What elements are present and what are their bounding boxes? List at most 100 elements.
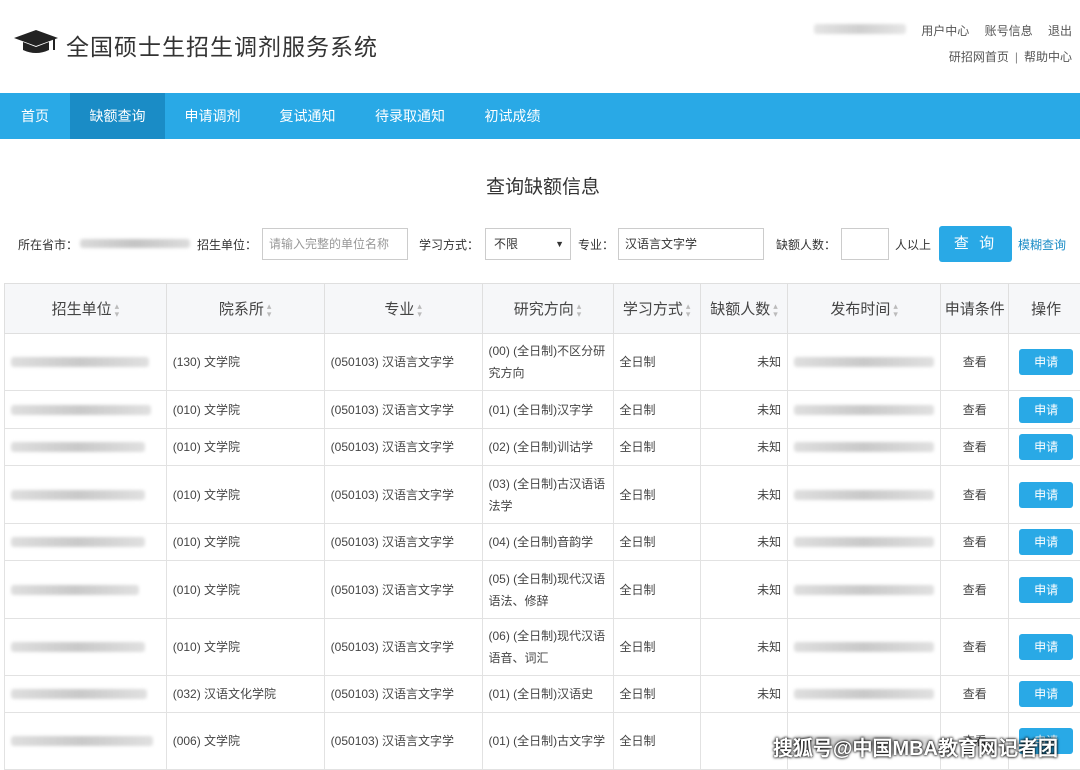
view-conditions-link[interactable]: 查看 [940,390,1010,429]
header-unit[interactable]: 招生单位 ▴ ▾ [4,283,167,334]
nav-home[interactable]: 首页 [0,93,70,139]
logout-link[interactable]: 退出 [1048,24,1072,38]
header-major[interactable]: 专业 ▴ ▾ [323,283,483,334]
major-cell: (050103) 汉语言文字学 [323,618,483,676]
direction-cell: (03) (全日制)古汉语语法学 [481,465,614,524]
vacancy-cell: 未知 [699,523,789,561]
search-button[interactable]: 查 询 [939,226,1012,262]
dept-cell: (010) 文学院 [165,465,325,524]
apply-button[interactable]: 申请 [1019,349,1074,375]
yz-home-link[interactable]: 研招网首页 [949,50,1009,64]
province-select-blurred[interactable] [80,239,190,248]
view-conditions-link[interactable]: 查看 [940,618,1010,676]
publish-time-blurred [794,537,935,547]
header-vacancy-label: 缺额人数 [710,301,771,318]
dropdown-arrow-icon: ▼ [555,239,564,249]
publish-time-blurred [794,689,935,699]
unit-label: 招生单位： [197,238,258,252]
unit-name-blurred [11,537,145,547]
direction-text: (03) (全日制)古汉语语法学 [488,476,606,513]
vacancy-count-input[interactable] [841,228,889,260]
sort-icon: ▴ ▾ [773,301,778,320]
help-center-link[interactable]: 帮助中心 [1024,50,1072,64]
major-input[interactable]: 汉语言文字学 [618,228,764,260]
apply-button[interactable]: 申请 [1019,576,1074,603]
unit-name-blurred [11,489,145,500]
view-conditions-link[interactable]: 查看 [940,465,1010,524]
header-study-mode[interactable]: 学习方式 ▴ ▾ [612,283,701,334]
apply-button[interactable]: 申请 [1019,634,1074,660]
view-conditions-link[interactable]: 查看 [940,560,1010,619]
publish-time-blurred [794,442,935,452]
direction-cell: (01) (全日制)古文字学 [481,712,614,770]
view-conditions-link[interactable]: 查看 [940,523,1010,561]
user-center-link[interactable]: 用户中心 [921,24,969,38]
vacancy-label: 缺额人数： [776,238,837,252]
header-publish-time-label: 发布时间 [830,301,891,318]
apply-button[interactable]: 申请 [1019,434,1074,460]
publish-time-blurred [794,357,935,367]
header-direction[interactable]: 研究方向 ▴ ▾ [481,283,614,334]
vacancy-cell: 未知 [699,390,789,429]
account-info-link[interactable]: 账号信息 [985,24,1033,38]
apply-button[interactable]: 申请 [1019,396,1074,423]
unit-cell [4,465,167,524]
vacancy-cell: 未知 [699,560,789,619]
direction-cell: (05) (全日制)现代汉语语法、修辞 [481,560,614,619]
table-row: (010) 文学院 (050103) 汉语言文字学 (04) (全日制)音韵学 全日制… [4,523,1080,561]
apply-button[interactable]: 申请 [1019,681,1074,707]
study-mode-cell: 全日制 [612,560,701,619]
direction-text: (06) (全日制)现代汉语语音、词汇 [488,629,606,665]
nav-vacancy-query[interactable]: 缺额查询 [70,93,165,139]
major-cell: (050103) 汉语言文字学 [323,390,483,429]
dept-cell: (010) 文学院 [165,618,325,676]
graduation-cap-icon [14,30,58,53]
vacancy-cell: 未知 [699,675,789,713]
study-mode-value: 不限 [494,237,519,251]
header-publish-time[interactable]: 发布时间 ▴ ▾ [787,283,942,334]
header-vacancy[interactable]: 缺额人数 ▴ ▾ [699,283,789,334]
apply-button[interactable]: 申请 [1019,481,1074,508]
direction-cell: (01) (全日制)汉字学 [481,390,614,429]
unit-name-blurred [11,689,147,699]
vacancy-cell: 未知 [699,465,789,524]
direction-text: (02) (全日制)训诂学 [488,440,594,454]
vacancy-cell: 未知 [699,618,789,676]
vacancy-cell: 未知 [699,428,789,466]
unit-input[interactable]: 请输入完整的单位名称 [262,228,408,260]
dept-cell: (006) 文学院 [165,712,325,770]
direction-cell: (06) (全日制)现代汉语语音、词汇 [481,618,614,676]
action-cell: 申请 [1008,333,1080,391]
dept-cell: (010) 文学院 [165,390,325,429]
nav-retest-notice[interactable]: 复试通知 [260,93,355,139]
sort-icon: ▴ ▾ [893,301,898,320]
study-mode-cell: 全日制 [612,712,701,770]
table-row: (010) 文学院 (050103) 汉语言文字学 (02) (全日制)训诂学 全日制… [4,428,1080,466]
publish-time-cell [787,523,942,561]
direction-text: (01) (全日制)汉字学 [488,402,594,417]
header-dept[interactable]: 院系所 ▴ ▾ [165,283,325,334]
view-conditions-link[interactable]: 查看 [940,428,1010,466]
table-body: (130) 文学院 (050103) 汉语言文字学 (00) (全日制)不区分研究方… [4,333,1080,770]
direction-cell: (04) (全日制)音韵学 [481,523,614,561]
unit-cell [4,675,167,713]
major-cell: (050103) 汉语言文字学 [323,712,483,770]
view-conditions-link[interactable]: 查看 [940,333,1010,391]
sort-icon: ▴ ▾ [685,301,691,320]
apply-button[interactable]: 申请 [1019,529,1074,555]
major-cell: (050103) 汉语言文字学 [323,465,483,524]
nav-admission-notice[interactable]: 待录取通知 [355,93,465,139]
page-title: 查询缺额信息 [485,177,600,198]
unit-cell [4,333,167,391]
nav-initial-scores[interactable]: 初试成绩 [465,93,560,139]
major-cell: (050103) 汉语言文字学 [323,675,483,713]
vacancy-table: 招生单位 ▴ ▾ 院系所 ▴ ▾ 专业 ▴ ▾ 研究方向 ▴ ▾ 学习方式 ▴ ▾ 缺额人数 ▴ ▾ 发… [4,283,1080,770]
fuzzy-search-link[interactable]: 模糊查询 [1018,236,1066,253]
dept-cell: (130) 文学院 [165,333,325,391]
unit-name-blurred [11,442,145,452]
view-conditions-link[interactable]: 查看 [940,675,1010,713]
nav-apply-transfer[interactable]: 申请调剂 [165,93,260,139]
study-mode-cell: 全日制 [612,523,701,561]
study-mode-select[interactable]: 不限 ▼ [485,228,571,260]
header-action: 操作 [1008,283,1080,334]
